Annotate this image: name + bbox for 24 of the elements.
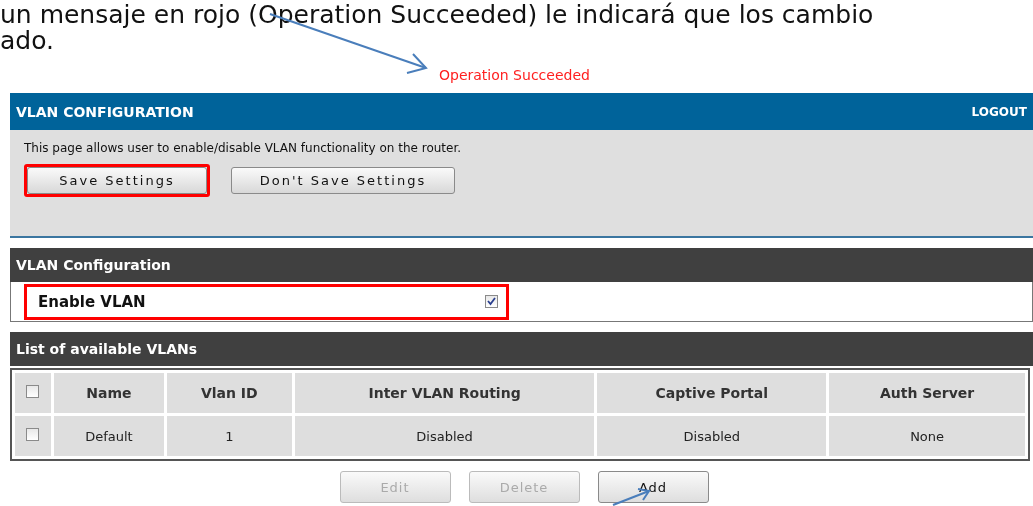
status-message: Operation Succeeded [439, 67, 590, 83]
logout-link[interactable]: LOGOUT [971, 104, 1027, 119]
document-text: un mensaje en rojo (Operation Succeeded) le indicará que los cambio [0, 2, 874, 28]
table-cell: Disabled [294, 416, 595, 456]
section-header: VLAN Configuration [10, 248, 1033, 282]
column-header: Inter VLAN Routing [294, 373, 595, 413]
table-cell: 1 [166, 416, 292, 456]
table-cell: Disabled [597, 416, 827, 456]
section-header: List of available VLANs [10, 332, 1033, 366]
column-header: Name [53, 373, 164, 413]
checkbox[interactable] [26, 385, 40, 398]
column-header: Vlan ID [166, 373, 292, 413]
panel-title: VLAN CONFIGURATION [16, 103, 194, 120]
save-button[interactable]: Save Settings [27, 167, 207, 194]
document-text: ado. [0, 27, 54, 55]
column-header: Auth Server [829, 373, 1025, 413]
checkbox[interactable] [26, 428, 40, 441]
cancel-button[interactable]: Don't Save Settings [231, 167, 455, 194]
table-cell: None [829, 416, 1025, 456]
checkbox[interactable] [485, 295, 498, 308]
column-header: Captive Portal [597, 373, 827, 413]
table-cell: Default [53, 416, 164, 456]
field-label: Enable VLAN [38, 292, 146, 311]
description-text: This page allows user to enable/disable VLAN functionality on the router. [24, 141, 463, 155]
